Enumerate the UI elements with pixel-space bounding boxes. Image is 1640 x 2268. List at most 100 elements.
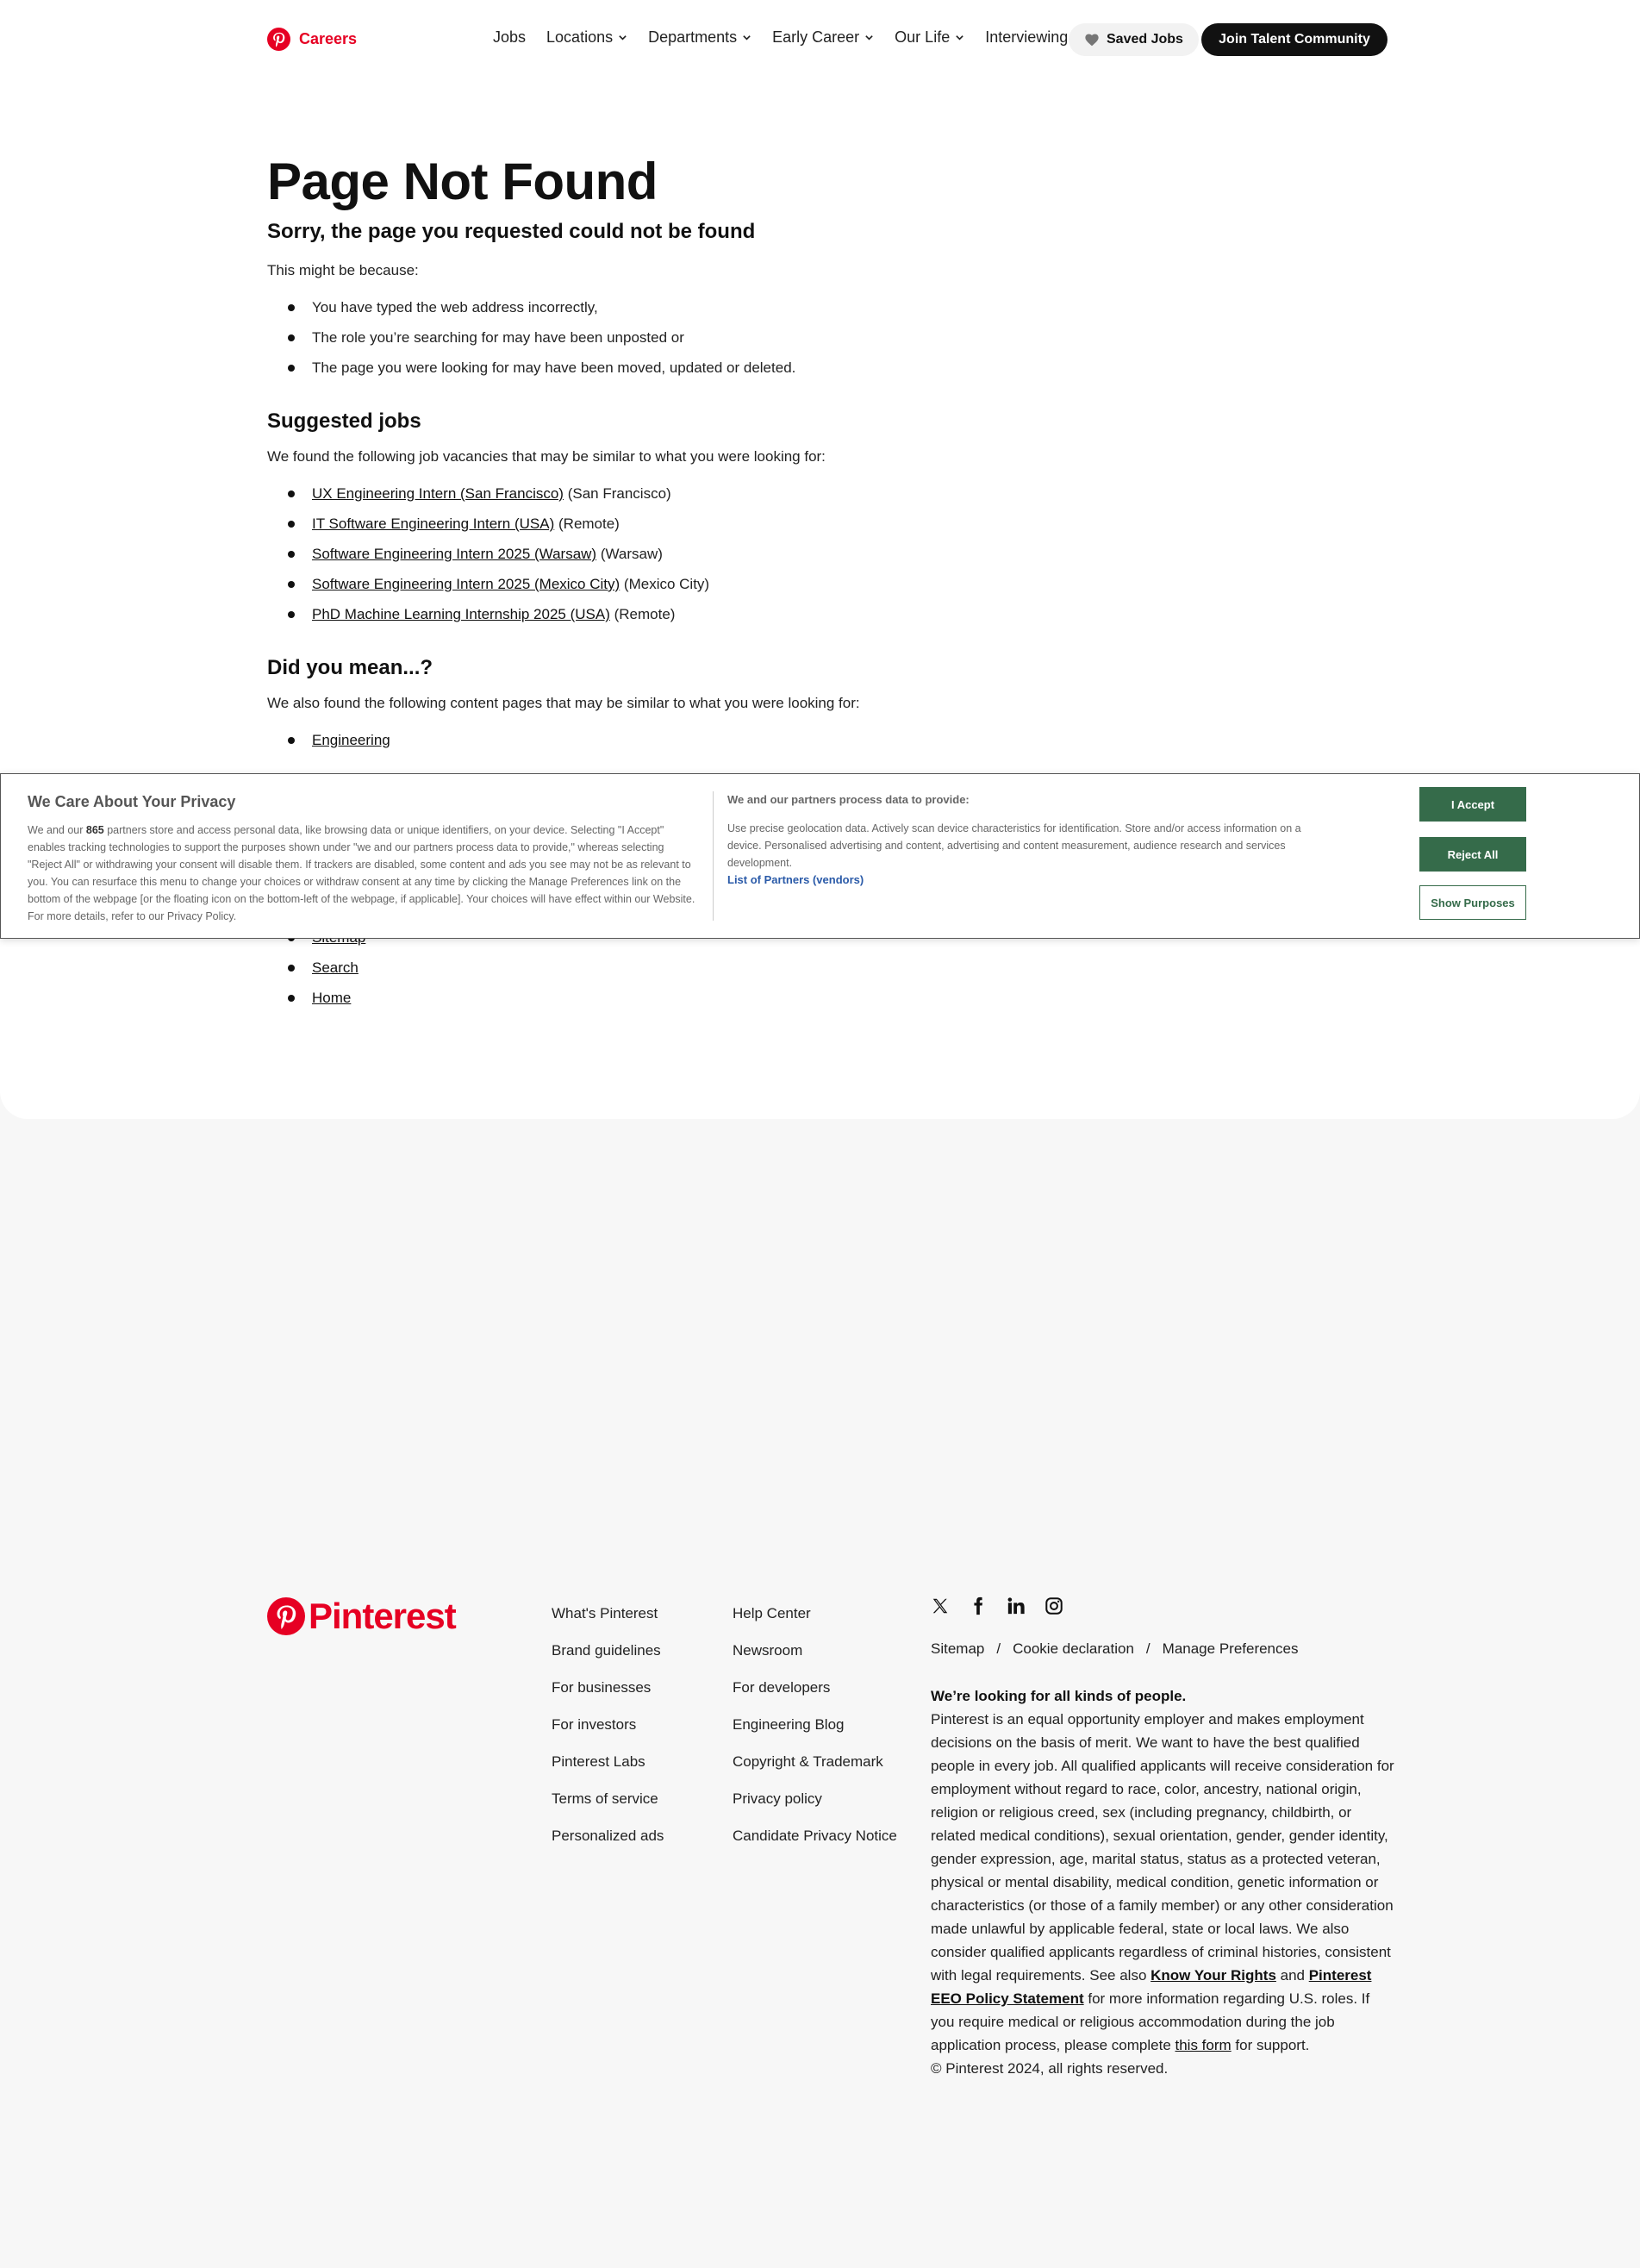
show-purposes-button[interactable]: Show Purposes — [1419, 885, 1526, 920]
list-item: Software Engineering Intern 2025 (Warsaw… — [267, 544, 1215, 574]
linkedin-icon[interactable] — [1007, 1596, 1027, 1617]
nav-jobs[interactable]: Jobs — [493, 28, 526, 47]
job-link[interactable]: IT Software Engineering Intern (USA) — [312, 515, 554, 532]
list-item: You have typed the web address incorrect… — [267, 297, 1215, 328]
eeo-body: Pinterest is an equal opportunity employ… — [931, 1708, 1396, 2057]
page-title: Page Not Found — [267, 153, 658, 210]
social-links — [931, 1596, 1065, 1617]
content-pages-list: Engineering — [267, 730, 1215, 760]
footer-link[interactable]: Pinterest Labs — [552, 1752, 664, 1789]
nav-jobs-label: Jobs — [493, 28, 527, 46]
cookie-consent-banner: We Care About Your Privacy We and our 86… — [0, 773, 1640, 939]
nav-our-life[interactable]: Our Life — [895, 28, 964, 47]
footer-link[interactable]: Brand guidelines — [552, 1640, 664, 1678]
reason-intro: This might be because: — [267, 262, 419, 278]
eeo-text: and — [1275, 1967, 1309, 1984]
page-link-search[interactable]: Search — [312, 959, 359, 976]
separator: / — [996, 1640, 1001, 1657]
nav-interviewing-label: Interviewing — [985, 28, 1069, 46]
job-location: (Remote) — [558, 515, 620, 532]
saved-jobs-button[interactable]: Saved Jobs — [1069, 23, 1199, 56]
cookie-banner-title: We Care About Your Privacy — [28, 793, 236, 810]
join-talent-community-button[interactable]: Join Talent Community — [1201, 23, 1387, 56]
footer-link[interactable]: Candidate Privacy Notice — [733, 1826, 897, 1863]
pinterest-wordmark: Pinterest — [309, 1596, 457, 1636]
purposes-heading: We and our partners process data to prov… — [727, 793, 970, 806]
footer-column-1: What's Pinterest Brand guidelines For bu… — [552, 1603, 664, 1863]
nav-interviewing[interactable]: Interviewing — [985, 28, 1068, 47]
suggested-jobs-list: UX Engineering Intern (San Francisco) (S… — [267, 484, 1215, 634]
job-link[interactable]: Software Engineering Intern 2025 (Mexico… — [312, 576, 620, 592]
reject-all-button[interactable]: Reject All — [1419, 837, 1526, 872]
know-your-rights-link[interactable]: Know Your Rights — [1150, 1967, 1276, 1984]
careers-brand-text: Careers — [299, 30, 358, 47]
footer-column-2: Help Center Newsroom For developers Engi… — [733, 1603, 897, 1863]
reason-list: You have typed the web address incorrect… — [267, 297, 1215, 388]
footer-link[interactable]: For investors — [552, 1715, 664, 1752]
job-link[interactable]: UX Engineering Intern (San Francisco) — [312, 485, 564, 502]
footer-link[interactable]: Personalized ads — [552, 1826, 664, 1863]
suggested-jobs-heading: Suggested jobs — [267, 409, 421, 433]
footer-link[interactable]: For businesses — [552, 1678, 664, 1715]
chevron-down-icon — [865, 35, 873, 41]
footer-pinterest-logo[interactable]: Pinterest — [267, 1596, 457, 1637]
accommodation-form-link[interactable]: this form — [1175, 2037, 1232, 2053]
list-item: Engineering — [267, 730, 1215, 760]
separator: / — [1145, 1640, 1150, 1657]
page-link-home[interactable]: Home — [312, 990, 351, 1006]
purposes-text: Use precise geolocation data. Actively s… — [727, 822, 1301, 869]
sitemap-link[interactable]: Sitemap — [931, 1640, 984, 1658]
job-link[interactable]: PhD Machine Learning Internship 2025 (US… — [312, 606, 610, 622]
instagram-icon[interactable] — [1044, 1596, 1065, 1617]
footer-link[interactable]: Privacy policy — [733, 1789, 897, 1826]
chevron-down-icon — [619, 35, 627, 41]
chevron-down-icon — [743, 35, 751, 41]
list-item: The role you’re searching for may have b… — [267, 328, 1215, 358]
pinterest-logo-icon — [267, 1597, 305, 1635]
job-location: (Mexico City) — [623, 576, 710, 592]
accept-cookies-button[interactable]: I Accept — [1419, 787, 1526, 822]
facebook-icon[interactable] — [969, 1596, 989, 1617]
nav-early-career[interactable]: Early Career — [772, 28, 874, 47]
heart-icon — [1085, 34, 1099, 47]
list-item: PhD Machine Learning Internship 2025 (US… — [267, 604, 1215, 634]
job-link[interactable]: Software Engineering Intern 2025 (Warsaw… — [312, 546, 596, 562]
chevron-down-icon — [956, 35, 963, 41]
list-of-partners-link[interactable]: List of Partners (vendors) — [727, 873, 864, 886]
footer-link[interactable]: Engineering Blog — [733, 1715, 897, 1752]
pinterest-logo-icon — [267, 28, 290, 51]
saved-jobs-label: Saved Jobs — [1107, 32, 1183, 47]
footer-link[interactable]: Help Center — [733, 1603, 897, 1640]
did-you-mean-heading: Did you mean...? — [267, 656, 433, 679]
main-nav: Jobs Locations Departments Early Career … — [493, 28, 1088, 47]
content-pages-list-continued: Sitemap Search Home — [267, 928, 365, 1018]
nav-locations-label: Locations — [546, 28, 614, 46]
list-item: Search — [267, 958, 365, 988]
eeo-statement: We’re looking for all kinds of people. P… — [931, 1684, 1396, 2080]
partner-count: 865 — [85, 824, 104, 836]
careers-logo-link[interactable]: Careers — [267, 28, 357, 51]
page-link-engineering[interactable]: Engineering — [312, 732, 390, 748]
x-icon[interactable] — [931, 1596, 951, 1617]
nav-our-life-label: Our Life — [895, 28, 951, 46]
cookie-text-part: partners store and access personal data,… — [28, 824, 695, 922]
cookie-banner-text: We and our 865 partners store and access… — [28, 822, 696, 925]
footer-link[interactable]: Terms of service — [552, 1789, 664, 1826]
footer-link[interactable]: What's Pinterest — [552, 1603, 664, 1640]
cookie-divider — [713, 791, 714, 921]
eeo-title: We’re looking for all kinds of people. — [931, 1688, 1187, 1704]
footer-utility-links: Sitemap / Cookie declaration / Manage Pr… — [931, 1640, 1298, 1658]
footer-link[interactable]: Newsroom — [733, 1640, 897, 1678]
footer-link[interactable]: For developers — [733, 1678, 897, 1715]
list-item: Home — [267, 988, 365, 1018]
job-location: (Remote) — [614, 606, 676, 622]
cookie-declaration-link[interactable]: Cookie declaration — [1013, 1640, 1134, 1658]
nav-departments[interactable]: Departments — [648, 28, 751, 47]
manage-preferences-link[interactable]: Manage Preferences — [1163, 1640, 1299, 1658]
footer-link[interactable]: Copyright & Trademark — [733, 1752, 897, 1789]
main-content: Page Not Found Sorry, the page you reque… — [267, 147, 1215, 760]
eeo-text: Pinterest is an equal opportunity employ… — [931, 1711, 1394, 1984]
nav-locations[interactable]: Locations — [546, 28, 627, 47]
list-item: IT Software Engineering Intern (USA) (Re… — [267, 514, 1215, 544]
suggested-jobs-intro: We found the following job vacancies tha… — [267, 448, 826, 465]
